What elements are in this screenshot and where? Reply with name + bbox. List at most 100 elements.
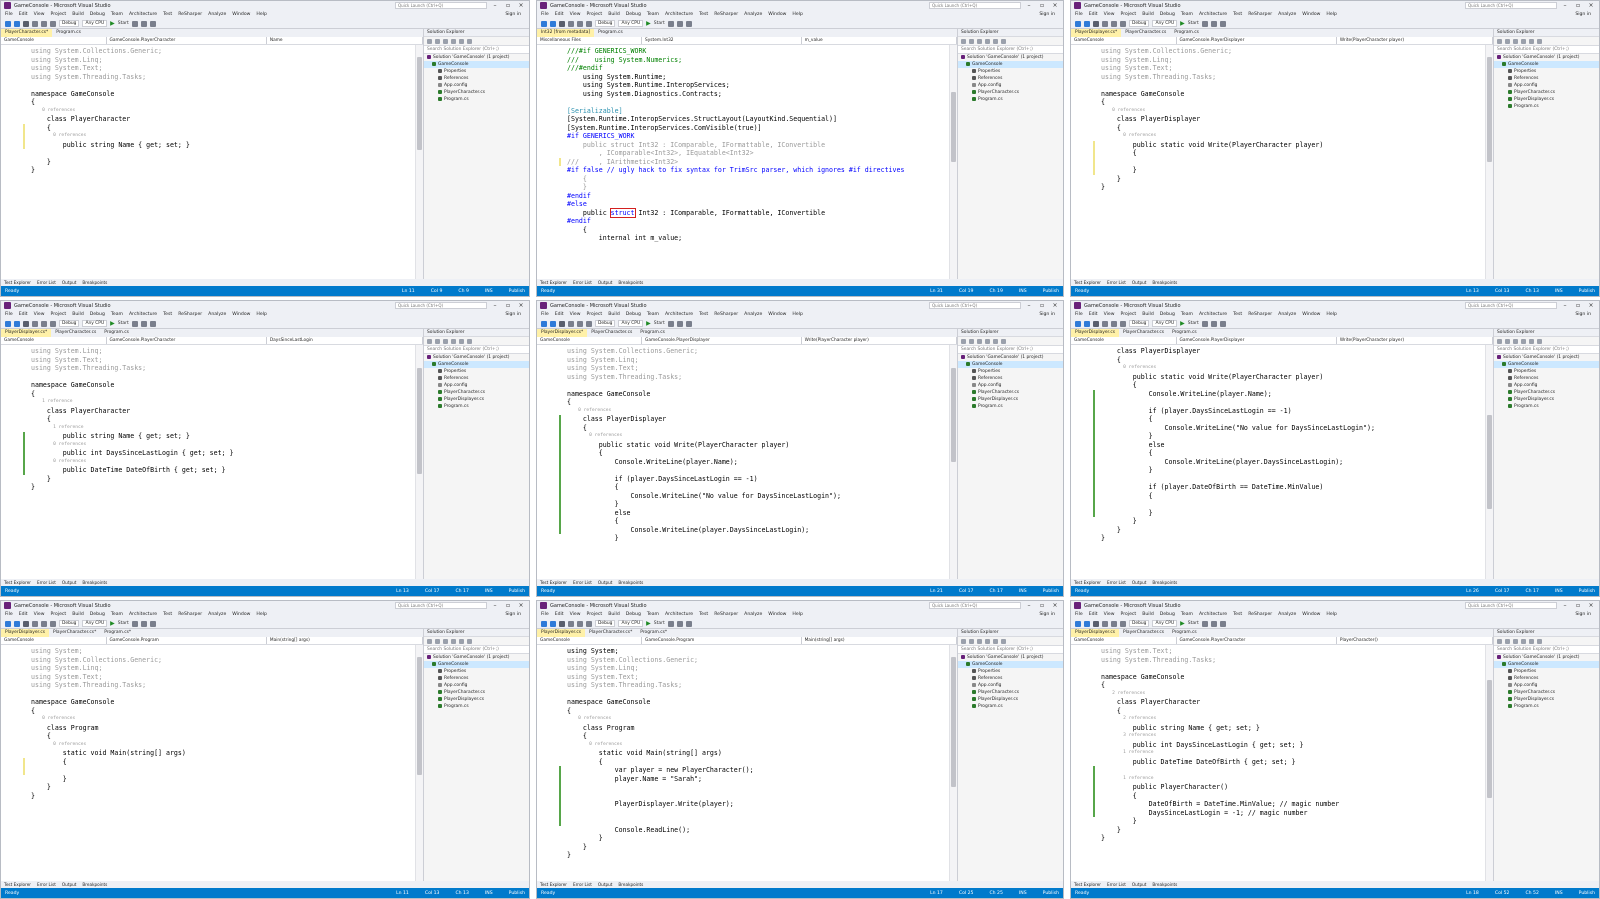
tree-item-program[interactable]: Program.cs — [1494, 703, 1599, 710]
home-icon[interactable] — [1497, 338, 1502, 344]
comment-icon[interactable] — [1219, 620, 1226, 627]
vertical-scrollbar[interactable] — [1485, 45, 1493, 279]
redo-icon[interactable] — [1120, 620, 1126, 627]
tool-tab[interactable]: Test Explorer — [1074, 579, 1101, 586]
tree-item-player-displayer[interactable]: PlayerDisplayer.cs — [1494, 696, 1599, 703]
collapse-icon[interactable] — [985, 38, 990, 44]
start-icon[interactable]: ▶ — [1180, 620, 1185, 627]
show-all-icon[interactable] — [993, 38, 998, 44]
scroll-thumb[interactable] — [951, 656, 956, 787]
collapse-icon[interactable] — [1521, 38, 1526, 44]
menu-architecture[interactable]: Architecture — [129, 612, 157, 617]
undo-icon[interactable] — [41, 320, 47, 327]
show-all-icon[interactable] — [459, 338, 464, 344]
menu-window[interactable]: Window — [1302, 312, 1320, 317]
save-all-icon[interactable] — [568, 620, 574, 627]
menu-team[interactable]: Team — [1181, 312, 1193, 317]
tool-tab[interactable]: Test Explorer — [4, 579, 31, 586]
start-button[interactable]: Start — [654, 321, 665, 326]
collapse-icon[interactable] — [451, 38, 456, 44]
document-tab[interactable]: Int32 [from metadata] — [537, 29, 595, 37]
tree-item-program[interactable]: Program.cs — [424, 96, 529, 103]
refresh-icon[interactable] — [443, 638, 448, 644]
platform-dropdown[interactable]: Any CPU — [1152, 320, 1178, 327]
project-dropdown[interactable]: GameConsole — [537, 337, 642, 344]
show-all-icon[interactable] — [459, 38, 464, 44]
minimize-icon[interactable]: – — [1024, 2, 1034, 9]
project-dropdown[interactable]: Miscellaneous Files — [537, 37, 642, 44]
menu-team[interactable]: Team — [647, 312, 659, 317]
sign-in-link[interactable]: Sign in — [1575, 12, 1591, 17]
forward-icon[interactable] — [550, 620, 556, 627]
tree-item-project[interactable]: GameConsole — [424, 361, 529, 368]
minimize-icon[interactable]: – — [490, 2, 500, 9]
tree-item-player-character[interactable]: PlayerCharacter.cs — [424, 389, 529, 396]
tree-item-player-displayer[interactable]: PlayerDisplayer.cs — [1494, 396, 1599, 403]
project-dropdown[interactable]: GameConsole — [1071, 637, 1177, 644]
document-tab[interactable]: PlayerCharacter.cs — [51, 329, 100, 337]
document-tab[interactable]: PlayerDisplayer.cs — [1071, 629, 1120, 637]
menu-project[interactable]: Project — [1121, 612, 1137, 617]
document-tab[interactable]: PlayerCharacter.cs — [587, 329, 636, 337]
quick-launch-input[interactable]: Quick Launch (Ctrl+Q) — [1465, 302, 1557, 309]
properties-icon[interactable] — [1001, 38, 1006, 44]
scroll-thumb[interactable] — [417, 368, 422, 474]
tree-item-program[interactable]: Program.cs — [958, 96, 1063, 103]
tree-item-solution[interactable]: Solution 'GameConsole' (1 project) — [424, 354, 529, 361]
undo-icon[interactable] — [41, 620, 47, 627]
publish-button[interactable]: Publish — [1043, 289, 1059, 294]
menu-view[interactable]: View — [34, 312, 45, 317]
type-dropdown[interactable]: GameConsole.PlayerDisplayer — [1177, 37, 1337, 44]
tree-item-references[interactable]: References — [958, 675, 1063, 682]
forward-icon[interactable] — [14, 620, 20, 627]
menu-team[interactable]: Team — [111, 12, 123, 17]
forward-icon[interactable] — [1084, 320, 1090, 327]
code-editor[interactable]: PlayerDisplayer.cs PlayerCharacter.cs* Pro… — [537, 629, 958, 888]
start-button[interactable]: Start — [118, 321, 129, 326]
menu-edit[interactable]: Edit — [555, 312, 564, 317]
type-dropdown[interactable]: GameConsole.PlayerCharacter — [1177, 637, 1337, 644]
collapse-icon[interactable] — [451, 338, 456, 344]
menu-window[interactable]: Window — [232, 12, 250, 17]
start-icon[interactable]: ▶ — [1180, 320, 1185, 327]
tree-item-properties[interactable]: Properties — [424, 368, 529, 375]
maximize-icon[interactable]: ▫ — [503, 602, 513, 609]
tree-item-references[interactable]: References — [1494, 375, 1599, 382]
tool-tab[interactable]: Breakpoints — [618, 881, 643, 888]
close-icon[interactable]: × — [516, 2, 526, 9]
menu-resharper[interactable]: ReSharper — [1248, 312, 1272, 317]
menu-window[interactable]: Window — [768, 12, 786, 17]
tool-tab[interactable]: Output — [1132, 881, 1147, 888]
solution-search-input[interactable]: Search Solution Explorer (Ctrl+;) — [424, 46, 529, 54]
document-tab[interactable]: Program.cs — [1168, 629, 1201, 637]
publish-button[interactable]: Publish — [1579, 289, 1595, 294]
tool-tab[interactable]: Test Explorer — [1074, 279, 1101, 286]
quick-launch-input[interactable]: Quick Launch (Ctrl+Q) — [1465, 602, 1557, 609]
tree-item-program[interactable]: Program.cs — [424, 403, 529, 410]
configuration-dropdown[interactable]: Debug — [59, 620, 80, 627]
sync-icon[interactable] — [969, 338, 974, 344]
redo-icon[interactable] — [1120, 320, 1126, 327]
menu-debug[interactable]: Debug — [626, 12, 641, 17]
bookmark-icon[interactable] — [1210, 20, 1217, 27]
maximize-icon[interactable]: ▫ — [1573, 602, 1583, 609]
menu-test[interactable]: Test — [1233, 12, 1242, 17]
document-tab[interactable]: PlayerCharacter.cs* — [585, 629, 636, 637]
menu-file[interactable]: File — [541, 312, 549, 317]
maximize-icon[interactable]: ▫ — [1037, 2, 1047, 9]
quick-launch-input[interactable]: Quick Launch (Ctrl+Q) — [929, 602, 1021, 609]
tool-tab[interactable]: Breakpoints — [1152, 881, 1177, 888]
menu-build[interactable]: Build — [1142, 12, 1154, 17]
menu-edit[interactable]: Edit — [19, 12, 28, 17]
tree-item-project[interactable]: GameConsole — [424, 661, 529, 668]
tree-item-app-config[interactable]: App.config — [958, 682, 1063, 689]
tree-item-program[interactable]: Program.cs — [1494, 103, 1599, 110]
menu-analyze[interactable]: Analyze — [1278, 312, 1296, 317]
member-dropdown[interactable]: Main(string[] args) — [267, 637, 423, 644]
comment-icon[interactable] — [149, 320, 156, 327]
project-dropdown[interactable]: GameConsole — [1071, 37, 1177, 44]
tree-item-references[interactable]: References — [958, 375, 1063, 382]
menu-resharper[interactable]: ReSharper — [1248, 612, 1272, 617]
back-icon[interactable] — [541, 620, 547, 627]
document-tab[interactable]: PlayerDisplayer.cs* — [1, 329, 52, 337]
